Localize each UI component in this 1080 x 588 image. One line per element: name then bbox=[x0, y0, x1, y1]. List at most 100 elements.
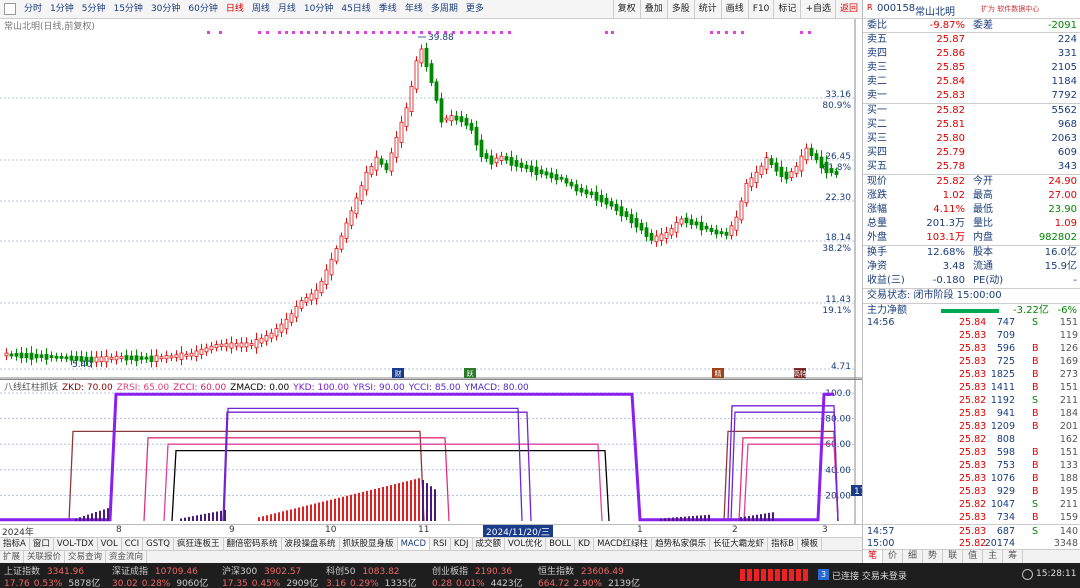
indicator-tab[interactable]: KD bbox=[575, 538, 595, 550]
tool-button[interactable]: F10 bbox=[747, 0, 774, 19]
tick-row[interactable]: 25.83 1076 B 188 bbox=[863, 472, 1080, 485]
tool-button[interactable]: 叠加 bbox=[639, 0, 667, 19]
tab-period[interactable]: 年线 bbox=[401, 0, 427, 19]
tick-row[interactable]: 25.83 1825 B 273 bbox=[863, 368, 1080, 381]
stock-name[interactable]: 常山北明 bbox=[915, 3, 955, 18]
candlestick-chart[interactable]: 33.1680.9%26.4561.8%22.3018.1438.2%11.43… bbox=[0, 19, 862, 379]
tab-period[interactable]: 60分钟 bbox=[184, 0, 221, 19]
tool-button[interactable]: 标记 bbox=[773, 0, 800, 19]
tick-row[interactable]: 25.83 929 B 195 bbox=[863, 485, 1080, 498]
tick-row[interactable]: 25.82 1192 S 211 bbox=[863, 394, 1080, 407]
bid-row[interactable]: 买二 25.81 968 bbox=[863, 118, 1080, 132]
function-tab[interactable]: 资金流向 bbox=[106, 551, 148, 563]
indicator-tab[interactable]: 波段操盘系统 bbox=[282, 538, 340, 550]
tab-period[interactable]: 更多 bbox=[462, 0, 488, 19]
indicator-tab[interactable]: MACD bbox=[397, 538, 431, 550]
signal-dot bbox=[404, 31, 407, 34]
ask-row[interactable]: 卖四 25.86 331 bbox=[863, 47, 1080, 61]
tick-row[interactable]: 25.83 941 B 184 bbox=[863, 407, 1080, 420]
bid-row[interactable]: 买四 25.79 609 bbox=[863, 146, 1080, 160]
tick-row[interactable]: 25.82 808 162 bbox=[863, 433, 1080, 446]
indicator-tab[interactable]: 指标A bbox=[0, 538, 30, 550]
tick-row[interactable]: 25.83 1411 B 151 bbox=[863, 381, 1080, 394]
tick-row[interactable]: 25.83 725 B 169 bbox=[863, 355, 1080, 368]
indicator-tab[interactable]: 翻倍密码系统 bbox=[224, 538, 282, 550]
right-tab[interactable]: 主 bbox=[983, 550, 1004, 563]
indicator-tab[interactable]: 模板 bbox=[798, 538, 822, 550]
menu-icon[interactable] bbox=[4, 3, 16, 15]
right-tab[interactable]: 势 bbox=[923, 550, 944, 563]
ask-row[interactable]: 卖五 25.87 224 bbox=[863, 33, 1080, 47]
indicator-param: ZCCI: 60.00 bbox=[173, 383, 227, 393]
tick-row[interactable]: 14:56 25.84 747 S 151 bbox=[863, 316, 1080, 329]
tab-period[interactable]: 季线 bbox=[375, 0, 401, 19]
indicator-tab[interactable]: GSTQ bbox=[143, 538, 174, 550]
indicator-tab[interactable]: VOL bbox=[98, 538, 122, 550]
right-tab[interactable]: 联 bbox=[943, 550, 964, 563]
histogram-bar bbox=[180, 518, 182, 521]
tab-period[interactable]: 45日线 bbox=[337, 0, 374, 19]
tool-button[interactable]: +自选 bbox=[800, 0, 835, 19]
indicator-tab[interactable]: VOL-TDX bbox=[54, 538, 98, 550]
tab-period[interactable]: 月线 bbox=[274, 0, 300, 19]
tab-period[interactable]: 15分钟 bbox=[109, 0, 146, 19]
indicator-chart[interactable]: 100.080.0060.0040.0020.0017.97 八线红柱抓妖ZKD… bbox=[0, 379, 881, 524]
indicator-tab[interactable]: 窗口 bbox=[30, 538, 54, 550]
tick-row[interactable]: 25.82 1047 S 211 bbox=[863, 498, 1080, 511]
bid-row[interactable]: 买一 25.82 5562 bbox=[863, 104, 1080, 118]
indicator-tab[interactable]: VOL优化 bbox=[505, 538, 547, 550]
right-tab[interactable]: 价 bbox=[883, 550, 904, 563]
tool-button[interactable]: 返回 bbox=[834, 0, 862, 19]
bid-row[interactable]: 买三 25.80 2063 bbox=[863, 132, 1080, 146]
indicator-tab[interactable]: 趋势私家俱乐 bbox=[652, 538, 711, 550]
right-tab[interactable]: 筹 bbox=[1003, 550, 1024, 563]
indicator-tab[interactable]: 抓妖股显身版 bbox=[340, 538, 398, 550]
indicator-name[interactable]: 八线红柱抓妖 bbox=[4, 383, 58, 393]
connection-status[interactable]: 已连接 交易未登录 bbox=[832, 569, 907, 582]
indicator-tab[interactable]: BOLL bbox=[546, 538, 575, 550]
right-tab[interactable]: 笔 bbox=[863, 550, 884, 563]
tab-period[interactable]: 日线 bbox=[222, 0, 248, 19]
tick-list[interactable]: 14:56 25.84 747 S 151 25.83 709 119 25.83 596 B 126… bbox=[863, 316, 1080, 550]
tool-button[interactable]: 多股 bbox=[666, 0, 694, 19]
ask-row[interactable]: 卖三 25.85 2105 bbox=[863, 61, 1080, 75]
tick-row[interactable]: 25.83 709 119 bbox=[863, 329, 1080, 342]
function-tab[interactable]: 关联报价 bbox=[24, 551, 66, 563]
tab-period[interactable]: 30分钟 bbox=[147, 0, 184, 19]
tab-period[interactable]: 分时 bbox=[20, 0, 46, 19]
tick-row[interactable]: 25.83 753 B 133 bbox=[863, 459, 1080, 472]
indicator-tab[interactable]: 指标B bbox=[768, 538, 798, 550]
tick-row[interactable]: 14:57 25.83 687 S 140 bbox=[863, 524, 1080, 537]
tool-button[interactable]: 复权 bbox=[612, 0, 640, 19]
indicator-tab[interactable]: 长征大霸龙虾 bbox=[710, 538, 769, 550]
signal-dot bbox=[339, 31, 342, 34]
right-tab[interactable]: 细 bbox=[903, 550, 924, 563]
tool-button[interactable]: 画线 bbox=[720, 0, 748, 19]
tool-button[interactable]: 统计 bbox=[693, 0, 721, 19]
r-badge: R bbox=[867, 3, 873, 12]
tick-row[interactable]: 25.83 596 B 126 bbox=[863, 342, 1080, 355]
bid-row[interactable]: 买五 25.78 343 bbox=[863, 160, 1080, 174]
indicator-tab[interactable]: KDJ bbox=[451, 538, 473, 550]
tab-period[interactable]: 多周期 bbox=[427, 0, 462, 19]
tick-row[interactable]: 25.83 1209 B 201 bbox=[863, 420, 1080, 433]
indicator-tab[interactable]: 成交额 bbox=[473, 538, 506, 550]
indicator-tab[interactable]: 疯狂连板王 bbox=[174, 538, 224, 550]
quote-value: 1.02 bbox=[942, 190, 965, 201]
tab-period[interactable]: 5分钟 bbox=[78, 0, 110, 19]
candle-body bbox=[479, 139, 484, 158]
right-tab[interactable]: 值 bbox=[963, 550, 984, 563]
tick-row[interactable]: 25.83 734 B 159 bbox=[863, 511, 1080, 524]
tab-period[interactable]: 周线 bbox=[248, 0, 274, 19]
tick-row[interactable]: 25.83 598 B 151 bbox=[863, 446, 1080, 459]
indicator-tab[interactable]: CCI bbox=[122, 538, 144, 550]
tab-period[interactable]: 10分钟 bbox=[300, 0, 337, 19]
indicator-tab[interactable]: MACD红绿柱 bbox=[594, 538, 653, 550]
ask-row[interactable]: 卖二 25.84 1184 bbox=[863, 75, 1080, 89]
stock-code[interactable]: 000158 bbox=[877, 3, 915, 14]
function-tab[interactable]: 交易查询 bbox=[65, 551, 107, 563]
indicator-tab[interactable]: RSI bbox=[430, 538, 451, 550]
tab-period[interactable]: 1分钟 bbox=[46, 0, 78, 19]
function-tab[interactable]: 扩展 bbox=[0, 551, 25, 563]
ask-row[interactable]: 卖一 25.83 7792 bbox=[863, 89, 1080, 103]
